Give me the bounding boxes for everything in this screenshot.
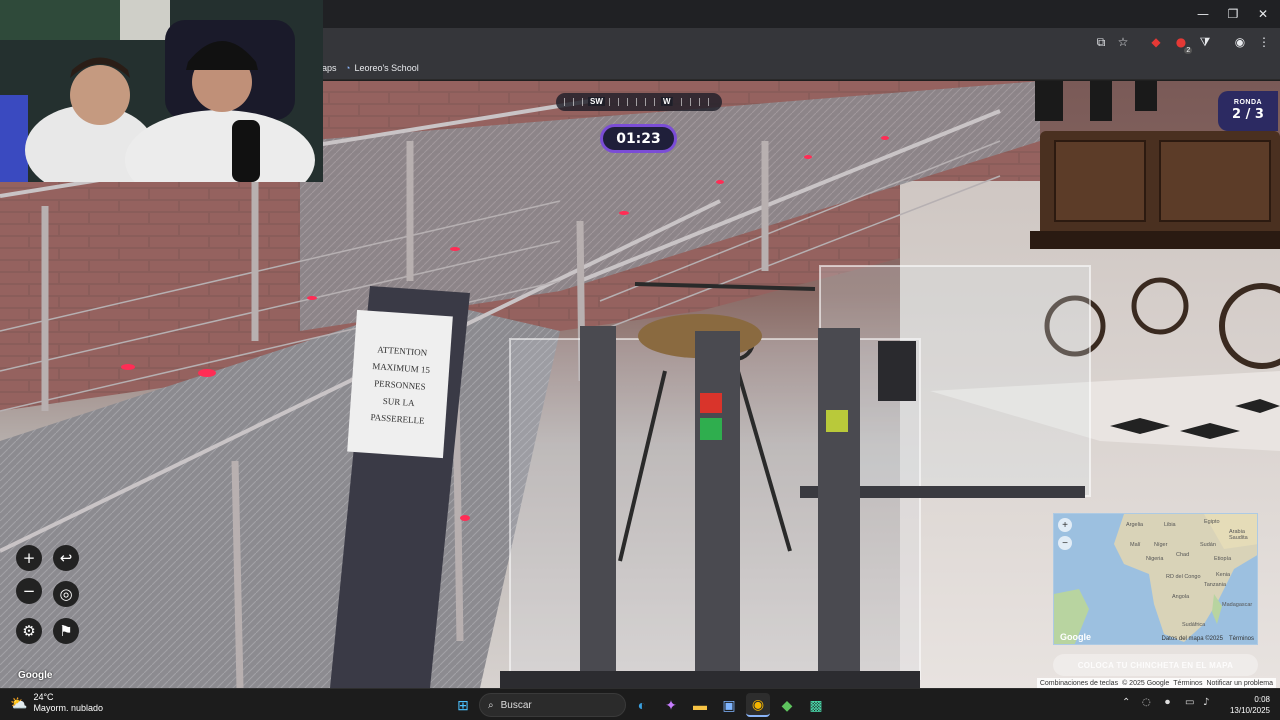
round-timer: 01:23 [600, 124, 677, 153]
footer-link[interactable]: Combinaciones de teclas [1040, 680, 1118, 687]
weather-widget[interactable]: ⛅ 24°C Mayorm. nublado [10, 692, 103, 714]
round-indicator: RONDA 2 / 3 [1218, 91, 1278, 131]
map-label: Kenia [1216, 572, 1231, 578]
cloud-icon: ⛅ [10, 694, 28, 711]
footer-links: Combinaciones de teclas © 2025 Google Té… [1036, 678, 1276, 688]
compass-label-sw: SW [588, 97, 605, 106]
map-terms-link[interactable]: Términos [1229, 636, 1254, 642]
zoom-in-button[interactable]: + [16, 545, 42, 571]
search-icon: ⌕ [488, 699, 494, 711]
round-label: RONDA [1233, 99, 1263, 106]
chrome-icon[interactable]: ◉ [746, 693, 770, 717]
map-label: Malí [1130, 542, 1141, 548]
install-app-icon[interactable]: ⧉ [1092, 33, 1110, 51]
volume-icon[interactable]: ♪ [1203, 697, 1209, 708]
round-value: 2 / 3 [1232, 107, 1264, 122]
screen: — ❐ ✕ ⧉ ☆ ◆ ● 2 ⧩ ◉ ⋮ aps ◔ Leoreo's Sch… [0, 0, 1280, 720]
search-placeholder: Buscar [500, 699, 532, 711]
map-label: Nigeria [1146, 556, 1164, 562]
map-label: RD del Congo [1166, 574, 1201, 580]
bookmark-label: aps [322, 63, 337, 73]
windows-taskbar: ⛅ 24°C Mayorm. nublado ⊞ ⌕ Buscar ◐ ✦ ▬ … [0, 688, 1280, 720]
display-icon[interactable]: ▭ [1185, 697, 1194, 708]
webcam-image [0, 0, 323, 182]
weather-desc: Mayorm. nublado [33, 703, 103, 713]
app-icon-teal[interactable]: ▩ [804, 693, 828, 717]
map-label: Tanzania [1204, 582, 1227, 588]
map-google-logo: Google [1060, 632, 1091, 642]
map-label: Etiopía [1214, 556, 1232, 562]
taskbar-clock[interactable]: 0:08 13/10/2025 [1230, 694, 1270, 716]
microphone-icon[interactable]: ⏺ [1165, 697, 1170, 708]
flag-icon[interactable]: ⚑ [53, 618, 79, 644]
attention-sign: ATTENTION MAXIMUM 15 PERSONNES SUR LA PA… [347, 309, 453, 459]
guess-button[interactable]: COLOCA TU CHINCHETA EN EL MAPA [1053, 654, 1258, 676]
maximize-button[interactable]: ❐ [1217, 0, 1249, 28]
map-label: Libia [1164, 522, 1176, 528]
profile-icon[interactable]: ◉ [1231, 33, 1249, 51]
undo-move-button[interactable]: ↩ [53, 545, 79, 571]
clock-time: 0:08 [1254, 695, 1270, 704]
footer-link: © 2025 Google [1122, 679, 1170, 687]
start-windows-icon[interactable]: ⊞ [451, 693, 475, 717]
map-label: Sudáfrica [1182, 622, 1206, 628]
browser-menu-icon[interactable]: ⋮ [1255, 33, 1273, 51]
footer-link[interactable]: Términos [1173, 680, 1202, 687]
clock-date: 13/10/2025 [1229, 706, 1270, 715]
extensions-puzzle-icon[interactable]: ⧩ [1196, 33, 1214, 51]
bookmark-label: Leoreo's School [354, 63, 419, 73]
weather-temp: 24°C [33, 692, 54, 702]
map-label: Arabia Saudita [1229, 529, 1248, 541]
map-label: Sudán [1200, 542, 1216, 548]
map-label: Níger [1154, 542, 1168, 548]
close-window-button[interactable]: ✕ [1247, 0, 1279, 28]
map-label: Egipto [1204, 519, 1220, 525]
tray-overflow-icon[interactable]: ⌃ [1122, 697, 1130, 708]
taskbar-search[interactable]: ⌕ Buscar [479, 693, 626, 717]
map-data-label: Datos del mapa ©2025 [1161, 636, 1223, 642]
map-attribution: Datos del mapa ©2025 Términos [1162, 636, 1254, 642]
bookmark-leoreos-school[interactable]: ◔ Leoreo's School [345, 56, 419, 80]
return-to-start-button[interactable]: ◎ [53, 581, 79, 607]
file-explorer-icon[interactable]: ▬ [688, 693, 712, 717]
network-icon[interactable]: ◌ [1142, 697, 1151, 708]
map-label: Madagascar [1222, 602, 1253, 608]
map-label: Chad [1176, 552, 1190, 558]
webcam-overlay [0, 0, 323, 182]
extension-icon[interactable]: ◆ [1147, 33, 1165, 51]
store-icon[interactable]: ▣ [717, 693, 741, 717]
compass-label-w: W [661, 97, 673, 106]
bookmark-apps[interactable]: aps [322, 56, 337, 80]
app-icon-green[interactable]: ◆ [775, 693, 799, 717]
guess-minimap[interactable]: + − Argelia Libia Egipto Arabia Saudita … [1053, 513, 1258, 645]
copilot-icon[interactable]: ✦ [659, 693, 683, 717]
compass-bar: SW W [556, 93, 722, 111]
google-logo: Google [18, 670, 53, 681]
footer-link[interactable]: Notificar un problema [1206, 680, 1273, 687]
compass-ticks [564, 98, 714, 106]
user-icon: ◔ [345, 63, 351, 73]
map-country-labels: Argelia Libia Egipto Arabia Saudita Malí… [1054, 514, 1257, 644]
minimize-button[interactable]: — [1187, 0, 1219, 28]
settings-gear-icon[interactable]: ⚙ [16, 618, 42, 644]
bookmark-star-icon[interactable]: ☆ [1114, 33, 1132, 51]
zoom-out-button[interactable]: − [16, 578, 42, 604]
map-label: Angola [1172, 594, 1190, 600]
edge-icon[interactable]: ◐ [630, 693, 654, 717]
extension-badge-icon[interactable]: ● 2 [1172, 33, 1193, 54]
map-label: Argelia [1126, 522, 1144, 528]
